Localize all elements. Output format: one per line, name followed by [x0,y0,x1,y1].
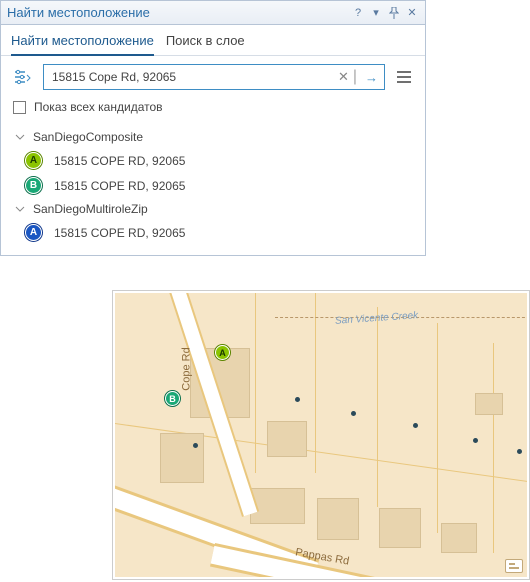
road-label-cope: Cope Rd [181,347,193,390]
building [475,393,503,415]
search-input[interactable] [48,70,336,84]
result-item[interactable]: B 15815 COPE RD, 92065 [1,173,425,198]
popup-toggle-icon[interactable] [505,559,523,573]
group-header-composite[interactable]: SanDiegoComposite [1,126,425,148]
hamburger-menu-icon[interactable] [393,66,415,88]
search-toolbar: ✕ | → [1,56,425,98]
clear-search-icon[interactable]: ✕ [336,69,351,85]
building [250,488,305,524]
result-text: 15815 COPE RD, 92065 [54,179,185,193]
title-bar: Найти местоположение ? ▾ ✕ [1,1,425,25]
point-marker [413,423,418,428]
results-list: SanDiegoComposite A 15815 COPE RD, 92065… [1,124,425,255]
options-chevron-icon[interactable]: ▾ [369,6,383,20]
submit-search-icon[interactable]: → [359,70,380,85]
result-text: 15815 COPE RD, 92065 [54,226,185,240]
tab-layer-search[interactable]: Поиск в слое [166,33,245,55]
tab-bar: Найти местоположение Поиск в слое [1,25,425,56]
result-text: 15815 COPE RD, 92065 [54,154,185,168]
show-all-candidates-row: Показ всех кандидатов [1,98,425,124]
pin-icon[interactable] [387,6,401,20]
group-name: SanDiegoMultiroleZip [33,202,148,216]
filter-settings-button[interactable] [11,66,35,88]
map-marker-b[interactable]: B [165,391,180,406]
marker-b-icon: B [25,177,42,194]
show-all-candidates-checkbox[interactable] [13,101,26,114]
chevron-down-icon [15,204,25,214]
locate-panel: Найти местоположение ? ▾ ✕ Найти местопо… [0,0,426,256]
map-marker-a[interactable]: A [215,345,230,360]
search-field[interactable]: ✕ | → [43,64,385,90]
building [160,433,204,483]
map-canvas[interactable]: Cope Rd Pappas Rd San Vicente Creek A B [115,293,527,577]
point-marker [473,438,478,443]
building [317,498,359,540]
tab-locate[interactable]: Найти местоположение [11,33,154,56]
show-all-candidates-label: Показ всех кандидатов [34,100,163,114]
building [267,421,307,457]
map-frame: Cope Rd Pappas Rd San Vicente Creek A B [112,290,530,580]
point-marker [517,449,522,454]
group-header-multirole[interactable]: SanDiegoMultiroleZip [1,198,425,220]
marker-a-icon: A [25,224,42,241]
help-icon[interactable]: ? [351,6,365,20]
panel-title: Найти местоположение [7,5,150,20]
building [379,508,421,548]
chevron-down-icon [15,132,25,142]
point-marker [193,443,198,448]
close-icon[interactable]: ✕ [405,6,419,20]
building [441,523,477,553]
marker-a-icon: A [25,152,42,169]
point-marker [295,397,300,402]
result-item[interactable]: A 15815 COPE RD, 92065 [1,220,425,245]
point-marker [351,411,356,416]
group-name: SanDiegoComposite [33,130,143,144]
result-item[interactable]: A 15815 COPE RD, 92065 [1,148,425,173]
